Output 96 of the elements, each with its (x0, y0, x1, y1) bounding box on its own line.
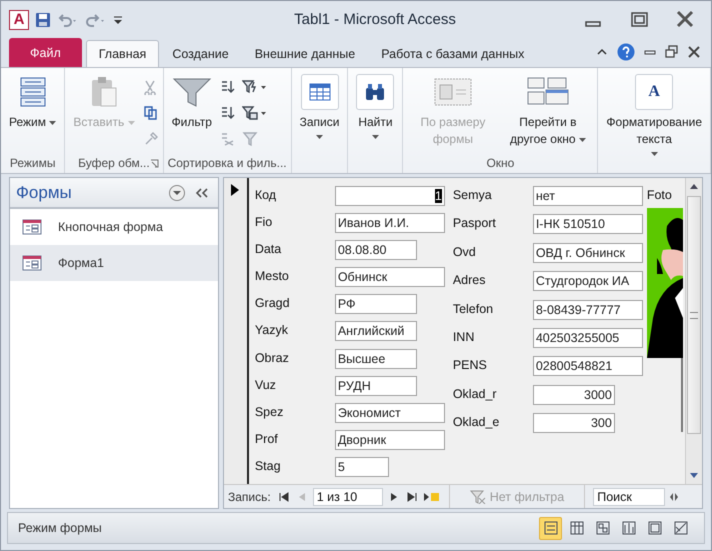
restore-icon[interactable] (665, 45, 679, 59)
view-icon (544, 521, 558, 535)
field-label: Oklad_e (452, 414, 500, 430)
group-label: Буфер обм... (78, 156, 150, 170)
group-label: Окно (486, 156, 514, 170)
ribbon-button[interactable]: Найти (352, 74, 398, 140)
text-field[interactable]: 402503255005 (532, 328, 643, 348)
text-field[interactable]: 300 (532, 413, 615, 434)
ribbon-button[interactable]: Перейти в другое окно (502, 74, 594, 150)
last-record-icon[interactable] (404, 490, 419, 502)
text-field[interactable]: Высшее (334, 348, 417, 369)
text-field[interactable]: нет (532, 186, 643, 206)
field-label: Data (254, 241, 282, 256)
text-field[interactable]: Дворник (334, 430, 445, 450)
field-label: Oklad_r (452, 386, 498, 401)
field-label: Obraz (254, 350, 290, 365)
search-field[interactable]: Поиск (593, 488, 666, 506)
ribbon-tab[interactable]: Главная (86, 40, 160, 67)
binoculars-icon (364, 82, 386, 102)
ribbon-button[interactable]: A Форматирование текста (602, 74, 706, 157)
file-tab[interactable]: Файл (9, 38, 82, 67)
group-label: Режимы (10, 156, 56, 170)
field-label: Foto (646, 187, 673, 204)
table-icon (308, 82, 331, 102)
view-icon (648, 521, 662, 535)
field-label: Gragd (254, 295, 291, 310)
text-field[interactable]: I-НК 510510 (532, 214, 643, 234)
field-label: Semya (452, 187, 493, 202)
form-list-item[interactable]: Форма1 (10, 245, 218, 281)
group-label: Сортировка и филь... (168, 156, 287, 170)
help-icon[interactable] (617, 43, 635, 61)
text-field[interactable]: 3000 (532, 384, 615, 405)
view-icon (622, 521, 636, 535)
caret-icon (578, 138, 586, 143)
view-button[interactable] (539, 516, 562, 540)
text-field[interactable]: РФ (334, 294, 417, 314)
field-label: Pasport (452, 215, 497, 230)
funnel-icon (172, 76, 212, 108)
ribbon-button[interactable]: Режим (5, 74, 60, 133)
text-field[interactable]: 8-08439-77777 (532, 300, 643, 320)
field-label: Adres (452, 272, 486, 288)
text-field[interactable]: Английский (334, 321, 417, 342)
form-icon (22, 255, 42, 271)
text-field[interactable]: Экономист (334, 402, 445, 423)
close-icon[interactable] (687, 45, 701, 59)
ribbon-button[interactable]: Записи (296, 74, 344, 140)
ribbon-button[interactable]: Фильтр (168, 74, 216, 133)
dropdown-icon[interactable] (168, 184, 186, 202)
field-label: Spez (254, 404, 284, 419)
view-icon (570, 521, 584, 535)
field-label: Prof (254, 430, 279, 446)
dialog-launcher-icon[interactable] (150, 158, 159, 168)
record-label: Запись: (228, 490, 271, 504)
field-label: Mesto (254, 268, 290, 284)
text-field[interactable]: 5 (334, 456, 389, 477)
ribbon-tab[interactable]: Создание (159, 40, 242, 67)
caret-icon (372, 135, 379, 140)
first-record-icon[interactable] (276, 490, 291, 502)
text-field[interactable]: Обнинск (334, 267, 445, 288)
ribbon-tab[interactable]: Внешние данные (242, 40, 368, 67)
form-view-icon (18, 76, 48, 108)
current-record-icon (231, 184, 240, 196)
field-label: Fio (254, 214, 274, 230)
caret-icon (316, 135, 324, 140)
caret-icon (128, 121, 135, 126)
new-record-icon[interactable] (422, 490, 441, 502)
text-field[interactable]: РУДН (334, 376, 417, 396)
field-label: INN (452, 328, 476, 344)
view-icon (596, 521, 610, 535)
field-label: Ovd (452, 244, 477, 259)
no-filter-icon (470, 490, 486, 504)
caret-icon (650, 152, 658, 157)
app-logo[interactable]: A (9, 10, 29, 30)
text-field[interactable]: 08.08.80 (334, 240, 417, 260)
field-label: Telefon (452, 300, 494, 316)
record-selector[interactable] (224, 178, 249, 484)
save-icon[interactable] (35, 12, 51, 28)
record-number-field[interactable]: 1 из 10 (312, 488, 383, 506)
text-field[interactable]: 1 (334, 186, 445, 206)
field-label: Yazyk (254, 322, 289, 338)
text-field[interactable]: ОВД г. Обнинск (532, 242, 643, 263)
field-label: Stag (254, 458, 282, 473)
field-label: Vuz (254, 376, 277, 392)
field-label: Код (254, 187, 278, 202)
pane-title: Формы (16, 182, 73, 202)
status-text: Режим формы (18, 521, 102, 535)
text-field[interactable]: 02800548821 (532, 356, 643, 376)
text-field[interactable]: Иванов И.И. (334, 213, 445, 234)
scrollbar[interactable] (684, 178, 702, 484)
ribbon-tab[interactable]: Работа с базами данных (368, 40, 538, 67)
caret-icon (49, 121, 56, 126)
text-field[interactable]: Студгородок ИА (532, 271, 643, 292)
window-title: Tabl1 - Microsoft Access (293, 11, 457, 28)
field-label: PENS (452, 357, 488, 372)
view-icon (674, 521, 688, 535)
form-icon (22, 219, 42, 235)
